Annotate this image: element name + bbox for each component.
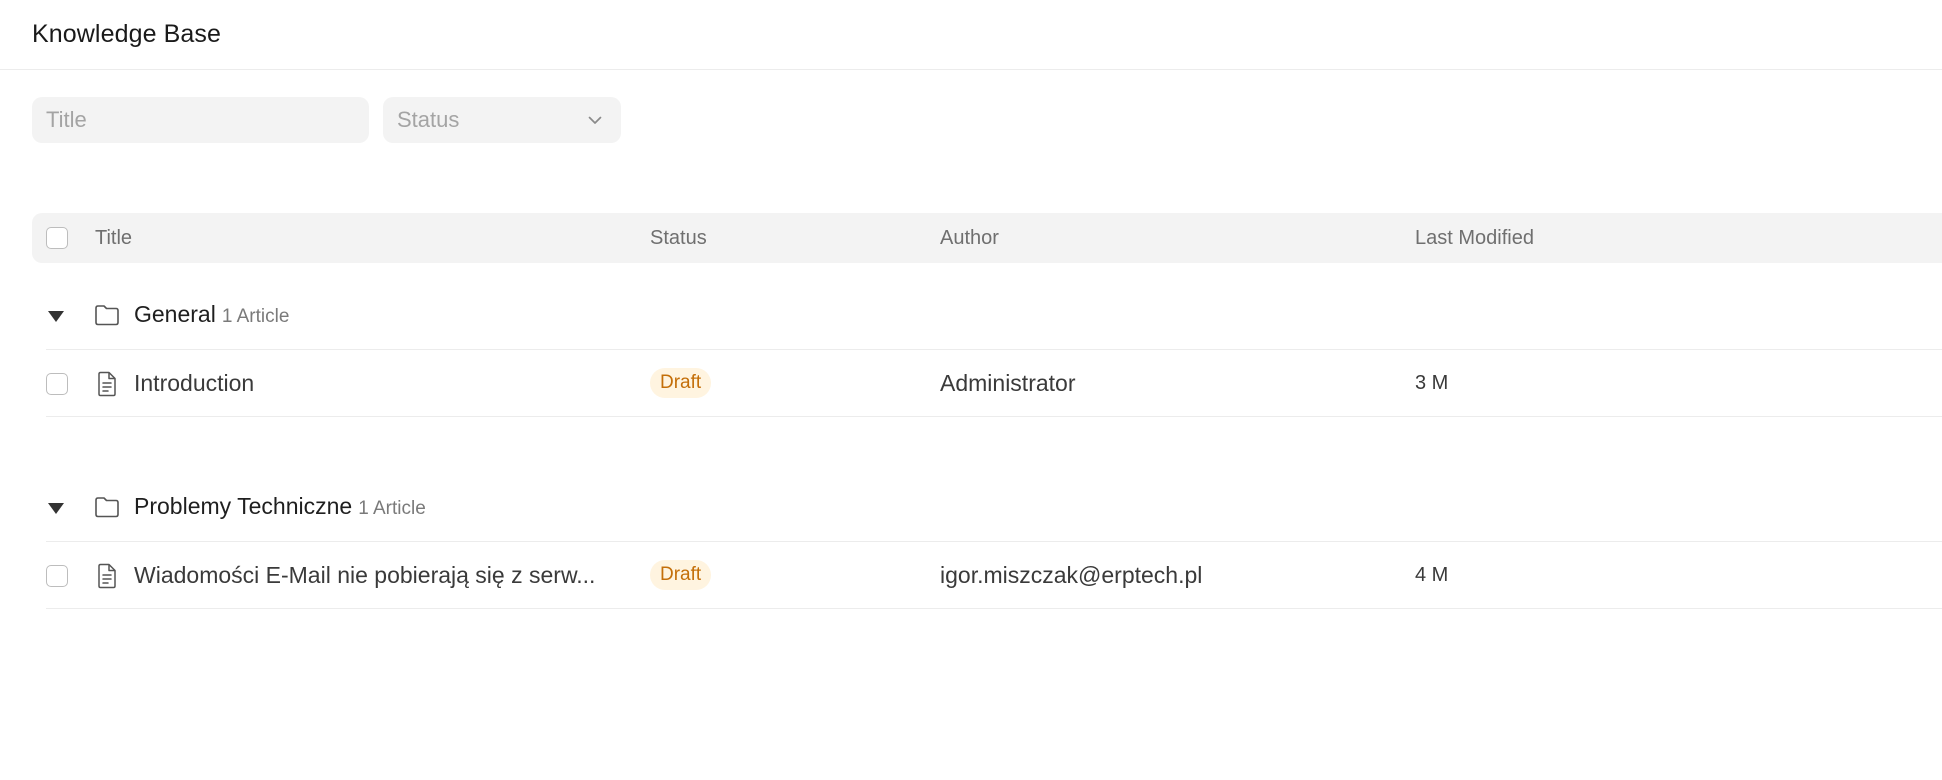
article-author: igor.miszczak@erptech.pl [940, 562, 1203, 588]
page-header: Knowledge Base [0, 0, 1942, 70]
status-filter-label: Status [397, 107, 460, 132]
article-author: Administrator [940, 370, 1076, 396]
row-checkbox[interactable] [46, 373, 68, 395]
caret-down-icon[interactable] [48, 311, 64, 322]
status-filter-select[interactable]: Status [383, 97, 621, 143]
group-label: Problemy Techniczne 1 Article [134, 493, 426, 520]
article-last-modified: 4 M [1415, 564, 1449, 586]
select-all-checkbox[interactable] [46, 227, 68, 249]
column-header-status[interactable]: Status [650, 227, 707, 250]
group-article-count: 1 Article [358, 498, 426, 519]
table-row[interactable]: Wiadomości E-Mail nie pobierają się z se… [46, 542, 1942, 609]
filter-bar: Status [0, 70, 1942, 213]
title-filter-input[interactable] [32, 97, 369, 143]
article-title[interactable]: Introduction [134, 370, 624, 397]
status-badge: Draft [650, 368, 712, 398]
caret-down-icon[interactable] [48, 503, 64, 514]
column-header-title[interactable]: Title [95, 227, 132, 250]
group-name: Problemy Techniczne [134, 493, 353, 519]
group-label: General 1 Article [134, 301, 289, 328]
article-last-modified: 3 M [1415, 372, 1449, 394]
article-title[interactable]: Wiadomości E-Mail nie pobierają się z se… [134, 562, 624, 589]
table-row[interactable]: Introduction Draft Administrator 3 M [46, 350, 1942, 417]
row-checkbox[interactable] [46, 565, 68, 587]
group-row-general[interactable]: General 1 Article [46, 263, 1942, 350]
folder-icon [94, 303, 120, 327]
group-row-problemy-techniczne[interactable]: Problemy Techniczne 1 Article [46, 455, 1942, 542]
column-header-author[interactable]: Author [940, 227, 999, 250]
page-title: Knowledge Base [32, 20, 222, 48]
group-article-count: 1 Article [221, 306, 290, 327]
folder-icon [94, 495, 120, 519]
status-badge: Draft [650, 560, 712, 590]
document-icon [96, 563, 118, 589]
group-name: General [134, 301, 216, 327]
chevron-down-icon [583, 108, 607, 132]
document-icon [96, 371, 118, 397]
table-header: Title Status Author Last Modified [32, 213, 1942, 263]
column-header-last-modified[interactable]: Last Modified [1415, 227, 1534, 250]
